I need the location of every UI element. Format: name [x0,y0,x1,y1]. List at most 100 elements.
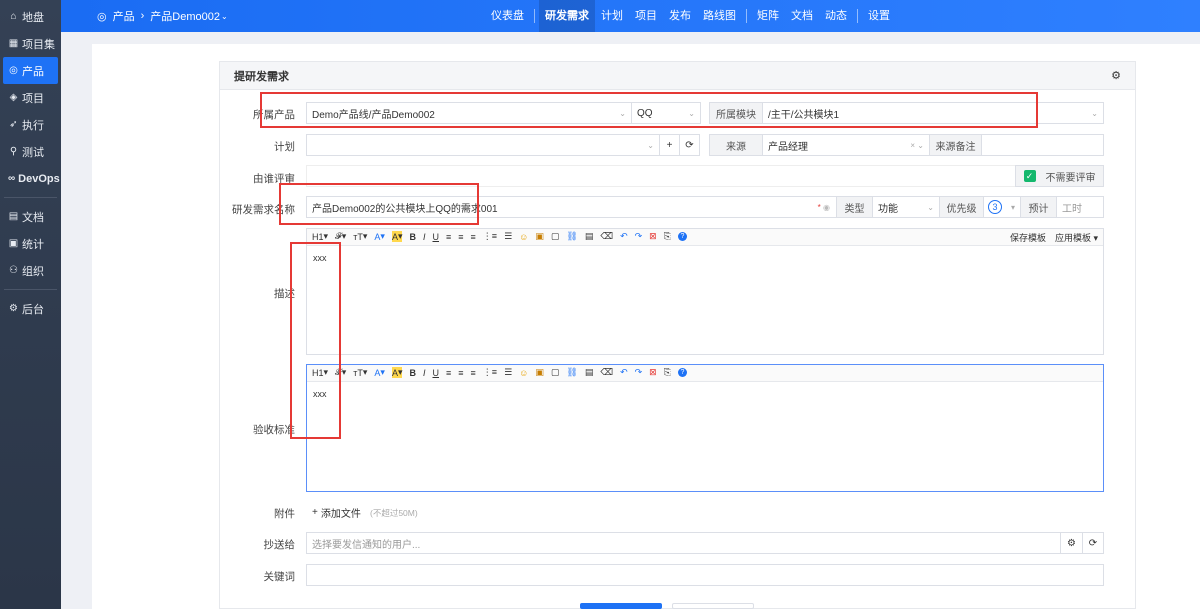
priority-select[interactable]: 3 ▾ [983,196,1021,218]
table-icon[interactable]: ▤ [585,231,594,242]
acceptance-text[interactable]: xxx [313,389,327,399]
undo-icon[interactable]: ↶ [620,231,628,242]
breadcrumb-section[interactable]: 产品 [113,8,135,24]
mailto-settings-button[interactable]: ⚙ [1060,532,1083,554]
font-size-button[interactable]: тT ▾ [353,367,367,378]
align-center-icon[interactable]: ≡ [458,232,463,242]
type-select[interactable]: 功能 ⌄ [872,196,940,218]
estimate-input[interactable]: 工时 [1056,196,1104,218]
font-color-button[interactable]: A ▾ [374,367,385,378]
sidebar-item-org[interactable]: ⚇ 组织 [3,257,58,284]
story-name-input[interactable]: 产品Demo002的公共模块上QQ的需求001 * ◉ [306,196,837,218]
align-left-icon[interactable]: ≡ [446,232,451,242]
breadcrumb-current[interactable]: 产品Demo002 [150,8,220,24]
emoji-icon[interactable]: ☺ [519,232,528,242]
no-review-checkbox[interactable]: ✓ 不需要评审 [1015,165,1104,187]
eraser-icon[interactable]: ⌫ [600,231,613,242]
nav-story[interactable]: 研发需求 [539,0,595,32]
fullscreen-icon[interactable]: ⊠ [649,231,657,242]
sidebar-item-devops[interactable]: ∞ DevOps [3,165,60,192]
nav-doc[interactable]: 文档 [785,0,819,32]
underline-button[interactable]: U [433,368,440,378]
apply-template-button[interactable]: 应用模板 ▾ [1055,231,1098,244]
source-note-input[interactable] [981,134,1104,156]
align-left-icon[interactable]: ≡ [446,368,451,378]
nav-dashboard[interactable]: 仪表盘 [485,0,530,32]
align-right-icon[interactable]: ≡ [471,232,476,242]
italic-button[interactable]: I [423,232,426,242]
chevron-down-icon[interactable]: ⌄ [221,12,228,21]
save-button[interactable] [580,603,662,609]
fullscreen-icon[interactable]: ⊠ [649,367,657,378]
bold-button[interactable]: B [409,368,416,378]
bold-button[interactable]: B [409,232,416,242]
link-icon[interactable]: ⛓ [566,231,577,242]
mailto-refresh-button[interactable]: ⟳ [1082,532,1104,554]
source-select[interactable]: 产品经理 × ⌄ [762,134,930,156]
keywords-input[interactable] [306,564,1104,586]
nav-release[interactable]: 发布 [663,0,697,32]
nav-project[interactable]: 项目 [629,0,663,32]
sidebar-item-admin[interactable]: ⚙ 后台 [3,295,58,322]
sidebar-item-stats[interactable]: ▣ 统计 [3,230,58,257]
plan-select[interactable]: ⌄ [306,134,660,156]
highlight-button[interactable]: A ▾ [391,231,403,242]
back-button[interactable] [672,603,754,609]
ordered-list-icon[interactable]: ⋮≡ [483,231,497,242]
image-icon[interactable]: ▣ [535,367,544,378]
heading-button[interactable]: H1 ▾ [312,367,328,378]
font-size-button[interactable]: тT ▾ [353,231,367,242]
code-icon[interactable]: ▢ [551,367,560,378]
sidebar-item-program[interactable]: ▦ 项目集 [3,30,58,57]
sidebar-item-execution[interactable]: ➶ 执行 [3,111,58,138]
add-file-button[interactable]: + 添加文件 [312,505,361,520]
product-select[interactable]: Demo产品线/产品Demo002 ⌄ [306,102,632,124]
add-plan-button[interactable]: + [659,134,680,156]
description-text[interactable]: xxx [313,253,327,263]
font-family-button[interactable]: 𝓕 ▾ [335,231,346,242]
redo-icon[interactable]: ↷ [635,231,643,242]
help-icon[interactable]: ? [677,232,687,241]
sidebar-item-test[interactable]: ⚲ 测试 [3,138,58,165]
table-icon[interactable]: ▤ [585,367,594,378]
nav-dynamic[interactable]: 动态 [819,0,853,32]
nav-plan[interactable]: 计划 [595,0,629,32]
undo-icon[interactable]: ↶ [620,367,628,378]
code-icon[interactable]: ▢ [551,231,560,242]
paste-icon[interactable]: ⎘ [664,231,671,242]
heading-button[interactable]: H1 ▾ [312,231,328,242]
acceptance-editor[interactable]: xxx [306,364,1104,492]
reviewer-select[interactable] [306,165,1016,187]
unordered-list-icon[interactable]: ☰ [504,231,512,242]
clear-icon[interactable]: × [910,141,915,150]
description-editor[interactable]: xxx [306,228,1104,355]
highlight-button[interactable]: A ▾ [391,367,403,378]
font-family-button[interactable]: 𝓕 ▾ [335,367,346,378]
sidebar-item-project[interactable]: ◈ 项目 [3,84,58,111]
branch-select[interactable]: QQ ⌄ [631,102,701,124]
align-right-icon[interactable]: ≡ [471,368,476,378]
underline-button[interactable]: U [433,232,440,242]
mailto-select[interactable]: 选择要发信通知的用户... [306,532,1061,554]
nav-settings[interactable]: 设置 [862,0,896,32]
italic-button[interactable]: I [423,368,426,378]
image-icon[interactable]: ▣ [535,231,544,242]
sidebar-item-product[interactable]: ◎ 产品 [3,57,58,84]
align-center-icon[interactable]: ≡ [458,368,463,378]
unordered-list-icon[interactable]: ☰ [504,367,512,378]
gear-icon[interactable]: ⚙ [1111,69,1121,82]
help-icon[interactable]: ? [677,368,687,377]
ordered-list-icon[interactable]: ⋮≡ [483,367,497,378]
paste-icon[interactable]: ⎘ [664,367,671,378]
link-icon[interactable]: ⛓ [566,367,577,378]
sidebar-item-doc[interactable]: ▤ 文档 [3,203,58,230]
redo-icon[interactable]: ↷ [635,367,643,378]
nav-matrix[interactable]: 矩阵 [751,0,785,32]
eraser-icon[interactable]: ⌫ [600,367,613,378]
sidebar-item-home[interactable]: ⌂ 地盘 [3,3,58,30]
save-template-button[interactable]: 保存模板 [1010,231,1046,244]
nav-roadmap[interactable]: 路线图 [697,0,742,32]
emoji-icon[interactable]: ☺ [519,368,528,378]
module-select[interactable]: /主干/公共模块1 ⌄ [762,102,1104,124]
font-color-button[interactable]: A ▾ [374,231,385,242]
